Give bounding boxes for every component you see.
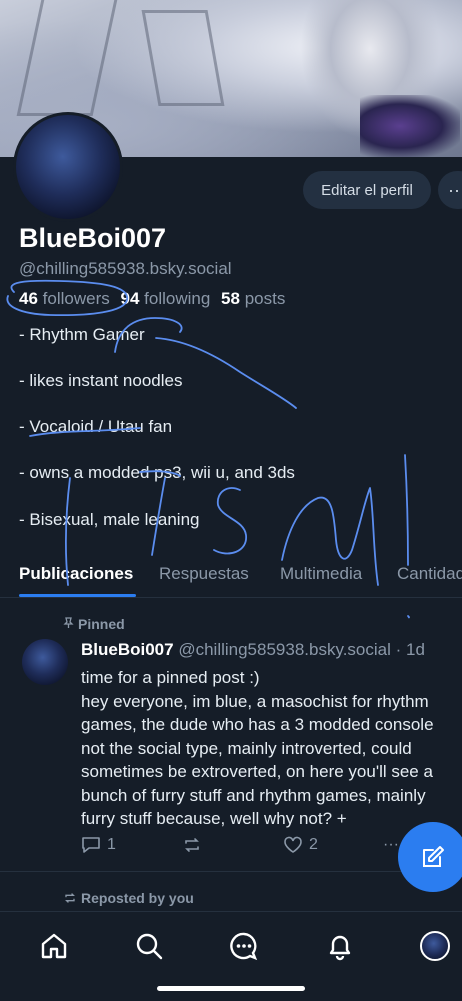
reposted-label: Reposted by you	[63, 890, 194, 906]
repost-button[interactable]	[182, 836, 202, 854]
post-more-button[interactable]: ···	[383, 836, 399, 854]
bio-line: - likes instant noodles	[19, 371, 183, 390]
more-options-button[interactable]: ···	[438, 171, 462, 209]
bell-icon	[329, 935, 351, 961]
following-link[interactable]: 94 following	[120, 289, 210, 308]
search-icon	[136, 933, 163, 960]
edit-profile-button[interactable]: Editar el perfil	[303, 171, 431, 209]
tab-multimedia[interactable]: Multimedia	[280, 564, 362, 584]
profile-handle: @chilling585938.bsky.social	[19, 259, 232, 278]
tab-cantidad[interactable]: Cantidad	[397, 564, 462, 584]
chat-icon	[230, 932, 258, 961]
tab-respuestas[interactable]: Respuestas	[159, 564, 249, 584]
reply-icon	[82, 837, 100, 853]
reply-count: 1	[107, 836, 116, 853]
repost-icon	[65, 893, 75, 903]
bio-line: - owns a modded ps3, wii u, and 3ds	[19, 463, 295, 482]
active-tab-indicator	[19, 594, 136, 597]
bio-line: - Bisexual, male leaning	[19, 510, 200, 529]
nav-search[interactable]	[133, 930, 165, 962]
banner-art-tower	[141, 10, 225, 106]
bottom-navigation	[0, 911, 462, 1001]
profile-stats: 46 followers 94 following 58 posts	[19, 289, 285, 309]
nav-chat[interactable]	[228, 930, 260, 962]
pin-icon	[63, 616, 74, 632]
post-divider	[0, 871, 462, 872]
compose-button[interactable]	[398, 822, 462, 892]
profile-avatar[interactable]	[13, 112, 123, 222]
followers-link[interactable]: 46 followers	[19, 289, 110, 308]
nav-notifications[interactable]	[324, 930, 356, 962]
post-author-avatar[interactable]	[22, 639, 68, 685]
post-time: · 1d	[395, 640, 425, 659]
post-text[interactable]: time for a pinned post :) hey everyone, …	[81, 666, 461, 831]
tab-publicaciones[interactable]: Publicaciones	[19, 564, 133, 584]
reply-button[interactable]: 1	[81, 836, 116, 854]
post-author-name[interactable]: BlueBoi007	[81, 640, 174, 659]
banner-art-figure	[360, 95, 460, 157]
display-name: BlueBoi007	[19, 223, 167, 253]
bio-line: - Rhythm Gamer	[19, 325, 145, 344]
profile-tabs: Publicaciones Respuestas Multimedia Cant…	[0, 553, 462, 598]
banner-art-tower	[16, 0, 120, 116]
heart-icon	[284, 836, 302, 853]
pinned-label: Pinned	[63, 616, 125, 632]
pencil-icon	[423, 846, 444, 867]
nav-profile-avatar[interactable]	[419, 930, 451, 962]
like-count: 2	[309, 836, 318, 853]
post-author-handle[interactable]: @chilling585938.bsky.social	[178, 640, 391, 659]
post-header: BlueBoi007 @chilling585938.bsky.social ·…	[81, 640, 425, 660]
bio-line: - Vocaloid / Utau fan	[19, 417, 173, 436]
like-button[interactable]: 2	[283, 836, 318, 854]
posts-count: 58 posts	[221, 289, 286, 308]
home-indicator	[157, 986, 305, 991]
nav-home[interactable]	[38, 930, 70, 962]
repost-icon	[185, 838, 199, 852]
post-line: hey everyone, im blue, a masochist for r…	[81, 691, 434, 829]
home-icon	[41, 933, 67, 959]
avatar	[420, 931, 450, 961]
post-line: time for a pinned post :)	[81, 668, 260, 687]
